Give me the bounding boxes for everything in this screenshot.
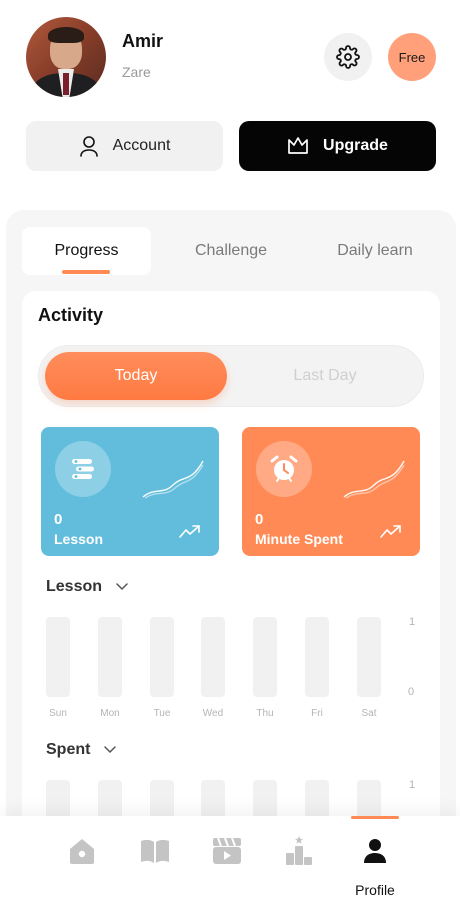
upgrade-button[interactable]: Upgrade <box>239 121 436 171</box>
nav-profile-label: Profile <box>355 882 395 898</box>
lesson-bar-mon <box>98 617 122 697</box>
upgrade-label: Upgrade <box>323 137 388 154</box>
user-icon <box>79 136 98 157</box>
trend-up-icon <box>380 525 401 538</box>
spent-chart-title: Spent <box>46 741 91 758</box>
chevron-down-icon <box>104 746 117 754</box>
nav-home[interactable] <box>62 834 102 868</box>
nav-library[interactable] <box>135 834 175 868</box>
nav-leaderboard[interactable] <box>279 834 319 868</box>
minutes-stat-card[interactable]: 0 Minute Spent <box>242 427 420 556</box>
period-today-button[interactable]: Today <box>45 352 227 400</box>
book-icon <box>141 839 169 863</box>
lesson-bar-fri <box>305 617 329 697</box>
settings-button[interactable] <box>324 33 372 81</box>
minutes-count: 0 <box>255 511 264 528</box>
video-clapper-icon <box>213 837 241 864</box>
avatar-hair <box>48 27 84 43</box>
lesson-count: 0 <box>54 511 63 528</box>
tab-daily-learn[interactable]: Daily learn <box>310 227 440 275</box>
lesson-y-tick-min: 0 <box>408 686 415 698</box>
profile-icon <box>364 839 386 863</box>
lesson-bar-tue <box>150 617 174 697</box>
lesson-day-label: Tue <box>153 708 171 719</box>
lesson-bar-sun <box>46 617 70 697</box>
lesson-day-label: Thu <box>256 708 274 719</box>
lesson-bar-thu <box>253 617 277 697</box>
lesson-label: Lesson <box>54 531 104 547</box>
lesson-bar-sat <box>357 617 381 697</box>
trend-up-icon <box>179 525 200 538</box>
progress-tabs: Progress Challenge Daily learn <box>22 227 442 275</box>
period-last-day-button[interactable]: Last Day <box>232 352 418 400</box>
lesson-bar-wed <box>201 617 225 697</box>
leaderboard-icon <box>286 836 312 865</box>
account-label: Account <box>112 137 171 154</box>
layers-icon <box>72 459 94 479</box>
profile-header: Amir Zare Free <box>0 0 460 110</box>
crown-icon <box>288 137 308 154</box>
avatar-tie <box>63 73 69 95</box>
lesson-day-label: Sun <box>49 708 67 719</box>
activity-title: Activity <box>38 305 104 325</box>
gear-icon <box>336 45 360 69</box>
avatar[interactable] <box>26 17 106 97</box>
chevron-down-icon <box>116 583 128 591</box>
nav-videos[interactable] <box>207 834 247 868</box>
minutes-label: Minute Spent <box>255 531 343 547</box>
lesson-y-tick-max: 1 <box>409 616 416 628</box>
spent-y-tick-max: 1 <box>409 779 416 791</box>
lesson-day-label: Sat <box>361 708 377 719</box>
nav-active-indicator <box>351 816 399 819</box>
lesson-chart-title: Lesson <box>46 578 103 595</box>
lesson-day-label: Mon <box>100 708 120 719</box>
lesson-day-label: Fri <box>311 708 323 719</box>
user-last-name: Zare <box>122 64 151 80</box>
account-button[interactable]: Account <box>26 121 223 171</box>
wave-decoration-icon <box>343 460 405 499</box>
lesson-stat-card[interactable]: 0 Lesson <box>41 427 219 556</box>
lesson-icon-badge <box>55 441 111 497</box>
wave-decoration-icon <box>142 460 204 499</box>
nav-profile[interactable] <box>355 834 395 868</box>
tab-active-indicator <box>62 270 110 274</box>
lesson-day-label: Wed <box>202 708 224 719</box>
plan-badge[interactable]: Free <box>388 33 436 81</box>
home-icon <box>70 839 94 864</box>
tab-progress[interactable]: Progress <box>22 227 151 275</box>
lesson-chart-dropdown[interactable]: Lesson <box>46 578 128 596</box>
spent-chart-dropdown[interactable]: Spent <box>46 741 117 759</box>
alarm-clock-icon <box>270 455 298 482</box>
tab-challenge[interactable]: Challenge <box>166 227 296 275</box>
user-first-name: Amir <box>122 31 164 51</box>
minutes-icon-badge <box>256 441 312 497</box>
